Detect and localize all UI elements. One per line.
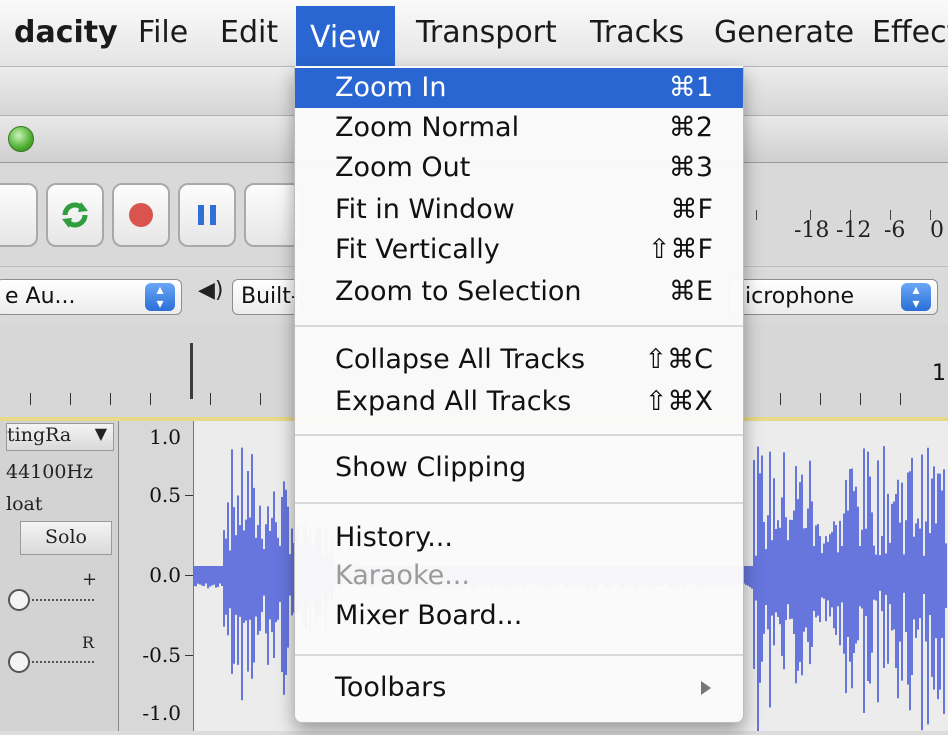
menu-item-label: History... bbox=[335, 522, 453, 553]
record-button[interactable] bbox=[112, 183, 170, 247]
gain-slider-thumb[interactable] bbox=[8, 589, 30, 611]
stepper-icon: ▴ ▾ bbox=[145, 283, 175, 311]
menu-item-label: Zoom Out bbox=[335, 152, 471, 183]
menu-edit[interactable]: Edit bbox=[206, 14, 292, 52]
pause-icon bbox=[198, 205, 216, 225]
amplitude-label: 0.0 bbox=[149, 563, 181, 587]
menu-item-mixer-board[interactable]: Mixer Board... bbox=[295, 596, 743, 636]
menu-separator bbox=[295, 502, 743, 504]
track-control-panel: tingRa ▼ 44100Hz loat Solo + R bbox=[0, 421, 119, 731]
audio-host-value: e Au... bbox=[5, 284, 76, 309]
menu-item-shortcut: ⌘E bbox=[668, 276, 713, 307]
meter-label: -6 bbox=[884, 218, 906, 243]
track-sample-rate: 44100Hz bbox=[6, 461, 94, 483]
zoom-window-button[interactable] bbox=[8, 126, 34, 152]
menu-item-label: Collapse All Tracks bbox=[335, 344, 586, 375]
menu-item-label: Mixer Board... bbox=[335, 600, 523, 631]
menu-separator bbox=[295, 325, 743, 327]
menu-item-label: Zoom In bbox=[335, 72, 447, 103]
menu-item-label: Zoom to Selection bbox=[335, 276, 582, 307]
loop-icon bbox=[62, 202, 88, 228]
loop-play-button[interactable] bbox=[46, 183, 104, 247]
view-menu-dropdown: Zoom In ⌘1 Zoom Normal ⌘2 Zoom Out ⌘3 Fi… bbox=[294, 66, 744, 723]
menu-item-expand-all-tracks[interactable]: Expand All Tracks ⇧⌘X bbox=[295, 382, 743, 422]
meter-label: -12 bbox=[836, 218, 872, 243]
menu-item-karaoke: Karaoke... bbox=[295, 556, 743, 596]
gain-plus-label: + bbox=[82, 569, 98, 590]
menu-item-fit-vertically[interactable]: Fit Vertically ⇧⌘F bbox=[295, 230, 743, 270]
track-name: tingRa bbox=[7, 424, 72, 446]
pause-button[interactable] bbox=[178, 183, 236, 247]
output-device-value: Built- bbox=[241, 284, 299, 309]
menu-item-label: Karaoke... bbox=[335, 560, 470, 591]
stepper-icon: ▴ ▾ bbox=[901, 283, 931, 311]
speaker-icon: ◀) bbox=[198, 278, 224, 303]
menu-item-label: Fit Vertically bbox=[335, 234, 500, 265]
amplitude-label: -1.0 bbox=[142, 701, 181, 725]
solo-button[interactable]: Solo bbox=[20, 521, 112, 555]
menu-view[interactable]: View bbox=[296, 6, 396, 66]
track-sample-format: loat bbox=[6, 493, 43, 515]
record-icon bbox=[129, 203, 153, 227]
menu-effect[interactable]: Effect bbox=[858, 14, 948, 52]
menu-item-shortcut: ⌘1 bbox=[668, 72, 713, 103]
amplitude-label: -0.5 bbox=[142, 643, 181, 667]
menu-item-shortcut: ⇧⌘F bbox=[647, 234, 713, 265]
amplitude-scale: 1.0 0.5 0.0 -0.5 -1.0 bbox=[119, 421, 194, 731]
output-device-select[interactable]: Built- bbox=[232, 279, 302, 315]
menu-item-shortcut: ⇧⌘C bbox=[644, 344, 713, 375]
menu-item-label: Toolbars bbox=[335, 672, 447, 703]
meter-scale: -18 -12 -6 0 bbox=[740, 210, 948, 250]
menu-separator bbox=[295, 654, 743, 656]
menu-item-label: Expand All Tracks bbox=[335, 386, 572, 417]
amplitude-label: 0.5 bbox=[149, 483, 181, 507]
menu-item-fit-in-window[interactable]: Fit in Window ⌘F bbox=[295, 190, 743, 230]
submenu-arrow-icon bbox=[701, 681, 711, 695]
amplitude-label: 1.0 bbox=[149, 425, 181, 449]
menu-item-zoom-in[interactable]: Zoom In ⌘1 bbox=[295, 68, 743, 108]
menu-bar: dacity File Edit View Transport Tracks G… bbox=[0, 0, 948, 67]
menu-item-toolbars[interactable]: Toolbars bbox=[295, 668, 743, 708]
menu-transport[interactable]: Transport bbox=[402, 14, 571, 52]
pan-right-label: R bbox=[82, 633, 95, 652]
menu-item-label: Zoom Normal bbox=[335, 112, 520, 143]
meter-label: -18 bbox=[794, 218, 830, 243]
track-name-button[interactable]: tingRa ▼ bbox=[6, 423, 114, 451]
menu-item-history[interactable]: History... bbox=[295, 518, 743, 558]
menu-item-collapse-all-tracks[interactable]: Collapse All Tracks ⇧⌘C bbox=[295, 340, 743, 380]
ruler-label: 1 bbox=[932, 361, 946, 386]
menu-item-shortcut: ⌘2 bbox=[668, 112, 713, 143]
menu-file[interactable]: File bbox=[124, 14, 202, 52]
transport-button-partial[interactable] bbox=[0, 183, 38, 247]
menu-item-shortcut: ⌘3 bbox=[668, 152, 713, 183]
menu-item-shortcut: ⌘F bbox=[670, 194, 713, 225]
playhead-marker[interactable] bbox=[190, 343, 193, 399]
menu-separator bbox=[295, 434, 743, 436]
input-device-select[interactable]: icrophone ▴ ▾ bbox=[728, 279, 938, 315]
menu-item-label: Fit in Window bbox=[335, 194, 515, 225]
input-device-value: icrophone bbox=[745, 284, 855, 309]
meter-label: 0 bbox=[930, 218, 944, 243]
track-menu-arrow-icon: ▼ bbox=[94, 424, 107, 443]
menu-app[interactable]: dacity bbox=[0, 14, 132, 52]
menu-item-show-clipping[interactable]: Show Clipping bbox=[295, 448, 743, 488]
menu-tracks[interactable]: Tracks bbox=[576, 14, 698, 52]
menu-generate[interactable]: Generate bbox=[700, 14, 868, 52]
menu-item-shortcut: ⇧⌘X bbox=[644, 386, 713, 417]
pan-slider-thumb[interactable] bbox=[8, 651, 30, 673]
menu-item-label: Show Clipping bbox=[335, 452, 527, 483]
menu-item-zoom-normal[interactable]: Zoom Normal ⌘2 bbox=[295, 108, 743, 148]
menu-item-zoom-to-selection[interactable]: Zoom to Selection ⌘E bbox=[295, 272, 743, 312]
menu-item-zoom-out[interactable]: Zoom Out ⌘3 bbox=[295, 148, 743, 188]
audio-host-select[interactable]: e Au... ▴ ▾ bbox=[0, 279, 182, 315]
